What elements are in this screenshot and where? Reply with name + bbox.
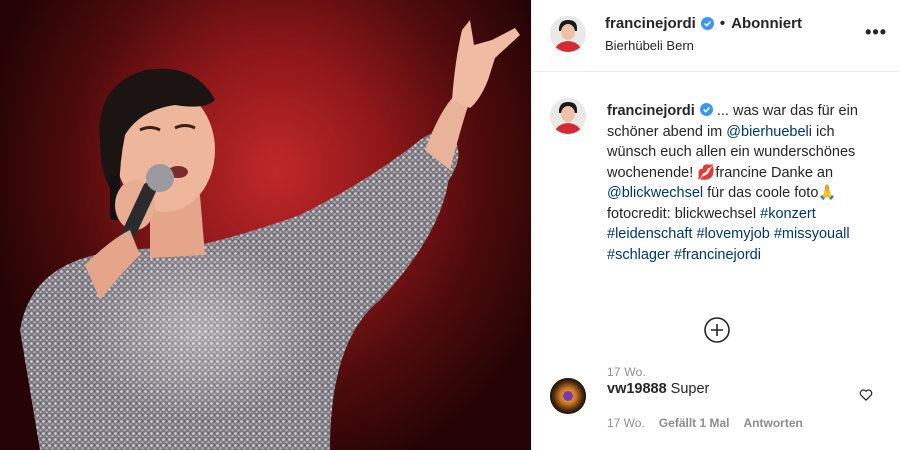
post-photo[interactable] xyxy=(0,0,531,450)
comment-text: Super xyxy=(670,381,710,397)
post-header: francinejordi • Abonniert Bierhübeli Ber… xyxy=(532,0,900,72)
commenter-avatar[interactable] xyxy=(550,378,586,414)
heart-icon[interactable] xyxy=(859,388,873,402)
hashtag-link[interactable]: #missyouall xyxy=(774,226,850,242)
lips-emoji: 💋 xyxy=(697,164,716,181)
post-details-panel: francinejordi • Abonniert Bierhübeli Ber… xyxy=(531,0,900,450)
post-location[interactable]: Bierhübeli Bern xyxy=(605,38,694,53)
mention-link[interactable]: @blickwechsel xyxy=(607,185,703,201)
caption-text-part: für das coole foto xyxy=(703,185,819,201)
comment-likes[interactable]: Gefällt 1 Mal xyxy=(659,416,730,430)
pray-emoji: 🙏 xyxy=(818,185,837,201)
hashtag-link[interactable]: #leidenschaft xyxy=(607,226,692,242)
caption-text: francinejordi ... was war das für ein sc… xyxy=(607,101,887,265)
comment-age[interactable]: 17 Wo. xyxy=(607,416,645,430)
verified-badge-icon xyxy=(700,17,714,30)
caption-text-part: francine Danke an xyxy=(715,164,834,181)
more-options-icon[interactable]: ••• xyxy=(865,22,887,43)
author-username[interactable]: francinejordi xyxy=(605,15,696,32)
mention-link[interactable]: @bierhuebeli xyxy=(726,124,812,140)
comment-meta: 17 Wo. Gefällt 1 Mal Antworten xyxy=(607,416,803,430)
hashtag-link[interactable]: #konzert xyxy=(760,206,816,222)
author-avatar[interactable] xyxy=(550,16,586,52)
author-line: francinejordi • Abonniert xyxy=(605,15,802,32)
caption-username[interactable]: francinejordi xyxy=(607,103,695,119)
load-more-comments-icon[interactable] xyxy=(703,316,731,344)
caption-text-part: fotocredit: blickwechsel xyxy=(607,205,761,222)
singer-illustration xyxy=(20,20,520,450)
reply-button[interactable]: Antworten xyxy=(744,416,803,430)
hashtag-link[interactable]: #francinejordi xyxy=(674,247,761,263)
hashtag-link[interactable]: #schlager xyxy=(607,247,670,263)
follow-status-button[interactable]: Abonniert xyxy=(731,15,802,32)
caption-author-avatar[interactable] xyxy=(550,98,586,134)
comment-item: vw19888 Super 17 Wo. Gefällt 1 Mal Antwor… xyxy=(532,374,900,450)
separator-dot: • xyxy=(719,15,726,32)
commenter-username[interactable]: vw19888 xyxy=(607,381,667,397)
comment-line: vw19888 Super xyxy=(607,381,709,397)
hashtag-link[interactable]: #lovemyjob xyxy=(696,226,769,242)
verified-badge-icon xyxy=(699,103,713,116)
